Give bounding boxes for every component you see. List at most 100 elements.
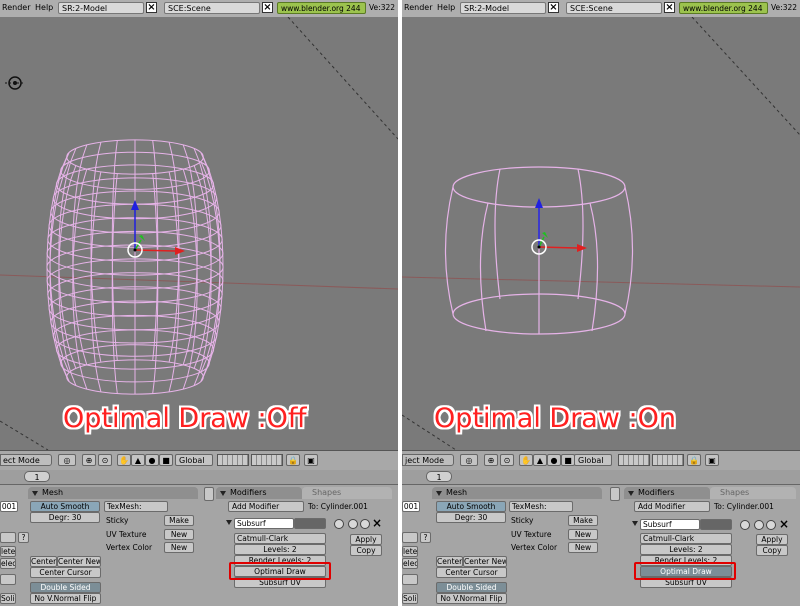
sidebar-button-2[interactable] (402, 574, 418, 585)
modifier-display-icons[interactable] (700, 519, 732, 530)
frame-number[interactable]: 1 (426, 471, 452, 482)
center-button[interactable]: Center (436, 556, 463, 567)
mesh-panel-tab[interactable]: Mesh (432, 487, 602, 499)
degr-slider[interactable]: Degr: 30 (436, 512, 506, 523)
pivot-icon[interactable]: ⊕ (484, 454, 498, 466)
3d-viewport[interactable] (0, 17, 398, 450)
no-vnormal-flip-toggle[interactable]: No V.Normal Flip (30, 593, 101, 604)
sidebar-button-1[interactable] (0, 532, 16, 543)
frame-number[interactable]: 1 (24, 471, 50, 482)
levels-slider[interactable]: Levels: 2 (640, 544, 732, 555)
modifier-expand-icon[interactable] (632, 521, 638, 526)
texmesh-field[interactable]: TexMesh: (104, 501, 168, 512)
sidebar-name-field[interactable]: 001 (402, 501, 420, 512)
modifiers-panel-tab[interactable]: Modifiers (216, 487, 302, 499)
viewport-canvas[interactable] (0, 17, 398, 450)
scale-icon[interactable]: ■ (561, 454, 575, 466)
render-icon[interactable]: ▣ (705, 454, 719, 466)
layer-buttons-1[interactable] (217, 454, 249, 466)
shapes-panel-tab[interactable]: Shapes (710, 487, 796, 499)
modifier-display-icons[interactable] (294, 518, 326, 529)
sidebar-name-field[interactable]: 001 (0, 501, 18, 512)
translate-icon[interactable]: ▲ (131, 454, 145, 466)
levels-slider[interactable]: Levels: 2 (234, 544, 326, 555)
scene-selector[interactable]: SCE:Scene (164, 2, 260, 14)
auto-smooth-button[interactable]: Auto Smooth (30, 501, 100, 512)
panel-handle[interactable] (204, 487, 214, 501)
draw-type-icon[interactable]: ◎ (460, 454, 478, 466)
copy-button[interactable]: Copy (756, 545, 788, 556)
collapse-icon[interactable] (436, 491, 442, 496)
shapes-panel-tab[interactable]: Shapes (302, 487, 392, 499)
double-sided-toggle[interactable]: Double Sided (30, 582, 101, 593)
render-icon[interactable]: ▣ (304, 454, 318, 466)
vertex-color-new-button[interactable]: New (568, 542, 598, 553)
double-sided-toggle[interactable]: Double Sided (436, 582, 507, 593)
subdivision-type-selector[interactable]: Catmull-Clark (640, 533, 732, 544)
modifiers-panel-tab[interactable]: Modifiers (624, 487, 710, 499)
menu-render[interactable]: Render (404, 2, 432, 14)
modifier-up-icon[interactable] (754, 520, 764, 530)
subdivision-type-selector[interactable]: Catmull-Clark (234, 533, 326, 544)
collapse-icon[interactable] (628, 491, 634, 496)
modifier-move-icon[interactable] (334, 519, 344, 529)
layer-buttons-2[interactable] (652, 454, 684, 466)
blender-url[interactable]: www.blender.org 244 (679, 2, 768, 14)
modifier-name-field[interactable]: Subsurf (234, 518, 294, 529)
modifier-delete-icon[interactable]: × (372, 516, 382, 530)
sidebar-button-2[interactable] (0, 574, 16, 585)
texmesh-field[interactable]: TexMesh: (509, 501, 573, 512)
center-cursor-button[interactable]: Center Cursor (436, 567, 507, 578)
subsurf-mesh-wireframe-dense[interactable] (46, 139, 224, 395)
modifier-expand-icon[interactable] (226, 520, 232, 525)
translate-icon[interactable]: ▲ (533, 454, 547, 466)
3d-viewport[interactable] (402, 17, 800, 450)
sticky-make-button[interactable]: Make (568, 515, 598, 526)
camera-lamp-icon[interactable] (5, 76, 25, 90)
sticky-make-button[interactable]: Make (164, 515, 194, 526)
orientation-selector[interactable]: Global (175, 454, 213, 466)
sidebar-select-button[interactable]: elect (0, 558, 16, 569)
close-scene-icon[interactable]: × (664, 2, 675, 13)
auto-smooth-button[interactable]: Auto Smooth (436, 501, 506, 512)
pivot-icon[interactable]: ⊕ (82, 454, 96, 466)
scene-selector[interactable]: SCE:Scene (566, 2, 662, 14)
collapse-icon[interactable] (32, 491, 38, 496)
modifier-move-icon[interactable] (740, 520, 750, 530)
modifier-down-icon[interactable] (360, 519, 370, 529)
apply-button[interactable]: Apply (350, 534, 382, 545)
uv-texture-new-button[interactable]: New (568, 529, 598, 540)
screen-selector[interactable]: SR:2-Model (460, 2, 546, 14)
vertex-color-new-button[interactable]: New (164, 542, 194, 553)
blender-url[interactable]: www.blender.org 244 (277, 2, 366, 14)
sidebar-delete-button[interactable]: lete (402, 546, 418, 557)
copy-button[interactable]: Copy (350, 545, 382, 556)
viewport-canvas[interactable] (402, 17, 800, 450)
layer-buttons-2[interactable] (251, 454, 283, 466)
center-new-button[interactable]: Center New (57, 556, 101, 567)
center-new-button[interactable]: Center New (463, 556, 507, 567)
modifier-name-field[interactable]: Subsurf (640, 519, 700, 530)
sidebar-help-button[interactable]: ? (420, 532, 431, 543)
close-screen-icon[interactable]: × (548, 2, 559, 13)
layer-buttons-1[interactable] (618, 454, 650, 466)
subsurf-mesh-wireframe-optimal[interactable] (444, 166, 634, 335)
hand-icon[interactable]: ✋ (519, 454, 533, 466)
menu-help[interactable]: Help (437, 2, 455, 14)
sidebar-solid-button[interactable]: Solid (402, 593, 418, 604)
sidebar-help-button[interactable]: ? (18, 532, 29, 543)
sidebar-button-1[interactable] (402, 532, 418, 543)
modifier-up-icon[interactable] (348, 519, 358, 529)
mode-selector[interactable]: ject Mode (402, 454, 454, 466)
lock-icon[interactable]: 🔒 (687, 454, 701, 466)
close-scene-icon[interactable]: × (262, 2, 273, 13)
menu-help[interactable]: Help (35, 2, 53, 14)
close-screen-icon[interactable]: × (146, 2, 157, 13)
sidebar-delete-button[interactable]: lete (0, 546, 16, 557)
mode-selector[interactable]: ect Mode (0, 454, 52, 466)
lock-icon[interactable]: 🔒 (286, 454, 300, 466)
rotate-icon[interactable]: ● (547, 454, 561, 466)
rotate-icon[interactable]: ● (145, 454, 159, 466)
snap-icon[interactable]: ⊙ (500, 454, 514, 466)
draw-type-icon[interactable]: ◎ (58, 454, 76, 466)
